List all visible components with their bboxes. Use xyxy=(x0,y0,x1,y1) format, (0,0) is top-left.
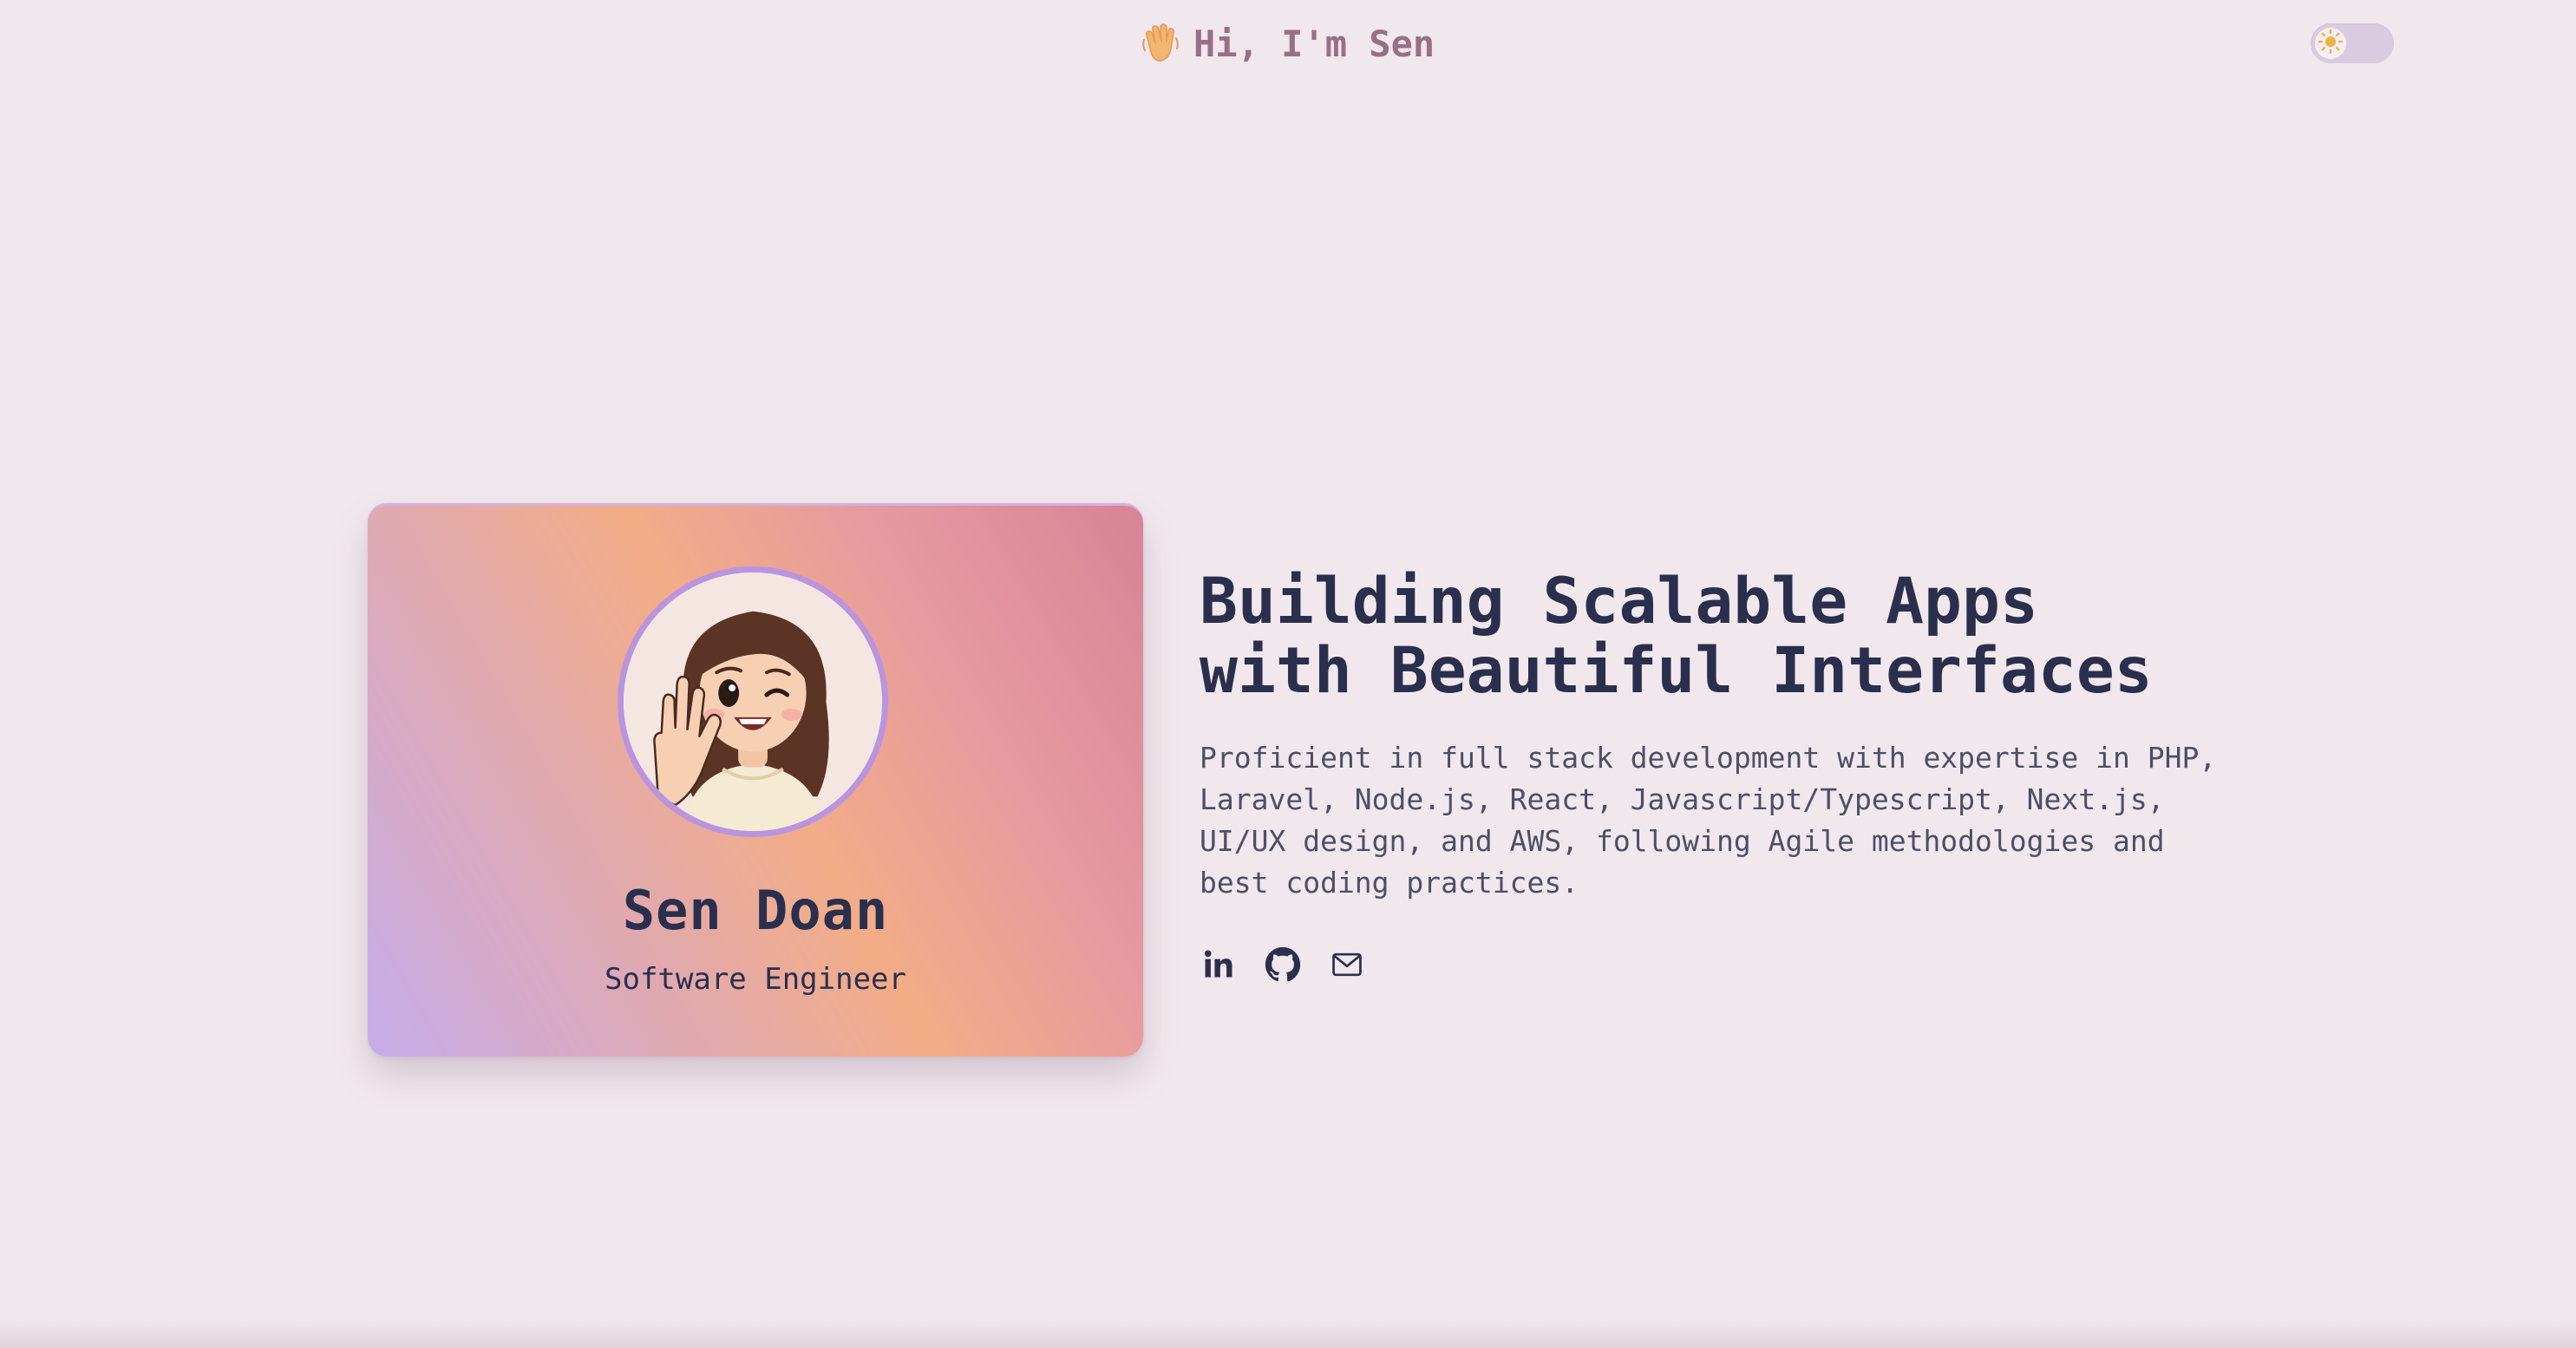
mail-icon xyxy=(1330,947,1364,985)
greeting-text: Hi, I'm Sen xyxy=(1193,22,1435,65)
sun-icon xyxy=(2318,29,2344,58)
social-links xyxy=(1200,946,1366,986)
bottom-fade xyxy=(0,1319,2576,1348)
hero-description: Proficient in full stack development wit… xyxy=(1200,741,2217,900)
waving-hand-icon xyxy=(1141,23,1180,64)
hero-section: Building Scalable Apps with Beautiful In… xyxy=(1200,567,2240,904)
theme-toggle[interactable] xyxy=(2311,23,2394,63)
linkedin-icon xyxy=(1201,947,1236,985)
avatar-illustration xyxy=(624,573,882,831)
toggle-knob xyxy=(2315,28,2346,59)
hero-title: Building Scalable Apps with Beautiful In… xyxy=(1200,565,2153,708)
github-icon xyxy=(1265,946,1301,986)
email-link[interactable] xyxy=(1328,947,1366,985)
avatar xyxy=(618,566,888,837)
profile-card: Sen Doan Software Engineer xyxy=(368,503,1143,1057)
profile-role: Software Engineer xyxy=(605,962,906,997)
github-link[interactable] xyxy=(1264,946,1302,986)
header-greeting: Hi, I'm Sen xyxy=(1141,19,1435,68)
site-header: Hi, I'm Sen xyxy=(0,0,2576,87)
profile-name: Sen Doan xyxy=(622,879,889,942)
linkedin-link[interactable] xyxy=(1200,947,1238,985)
